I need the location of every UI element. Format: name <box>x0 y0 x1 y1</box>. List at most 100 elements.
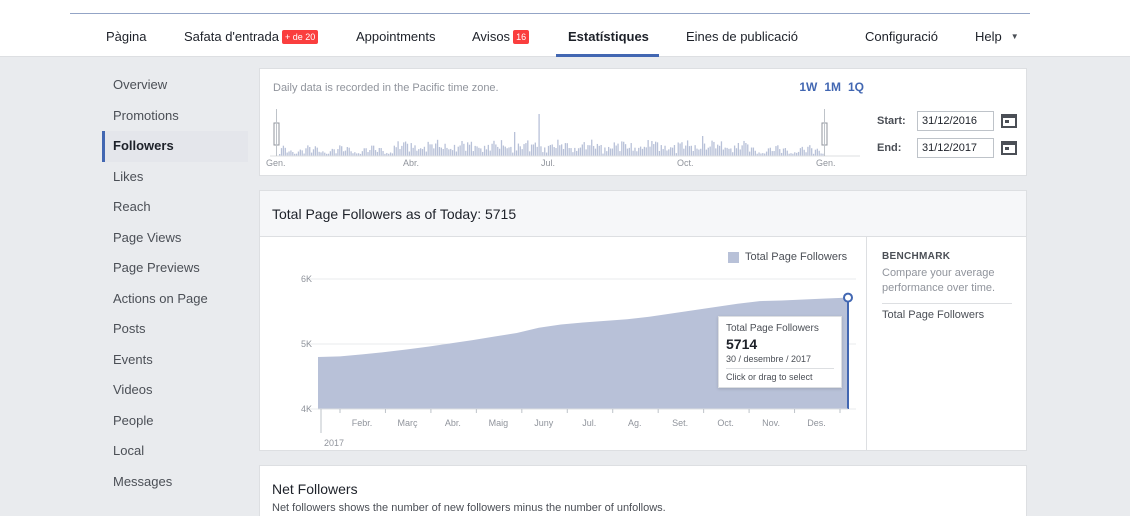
sidebar-item-events[interactable]: Events <box>102 345 248 376</box>
start-date-row: Start: 31/12/2016 <box>877 111 1017 131</box>
sidebar-item-people[interactable]: People <box>102 406 248 437</box>
timeline-bar <box>555 148 557 156</box>
timeline-bar <box>436 139 439 156</box>
sidebar-item-page-previews[interactable]: Page Previews <box>102 253 248 284</box>
timeline-bar <box>809 145 811 156</box>
timeline-bar <box>572 152 574 156</box>
timeline-bar <box>730 148 732 156</box>
nav-tab-notifications[interactable]: Avisos 16 <box>472 29 530 44</box>
timeline-bar <box>421 149 424 156</box>
timeline-bar <box>474 145 476 156</box>
timeline-bar <box>337 149 339 156</box>
timeline-bar <box>681 142 683 156</box>
timeline-bar <box>643 146 646 156</box>
timeline-bar <box>401 145 403 156</box>
timeline-bar <box>530 144 533 156</box>
timeline-bar <box>461 140 463 156</box>
timeline-bar <box>310 152 313 156</box>
calendar-icon[interactable] <box>1001 114 1017 128</box>
timeline-bar <box>341 146 343 156</box>
benchmark-metric[interactable]: Total Page Followers <box>882 309 984 321</box>
tooltip-date: 30 / desembre / 2017 <box>726 354 812 364</box>
timeline-bar <box>632 150 634 156</box>
timeline-bar <box>463 143 465 156</box>
nav-tab-appointments[interactable]: Appointments <box>356 29 436 44</box>
timeline-bar <box>512 152 514 156</box>
timeline-bar <box>314 146 317 156</box>
sidebar-item-page-views[interactable]: Page Views <box>102 223 248 254</box>
nav-tab-publishing-tools[interactable]: Eines de publicació <box>686 29 798 44</box>
timeline-bar <box>594 148 597 156</box>
timeline-bar <box>444 143 446 156</box>
x-tick-label: Oct. <box>717 418 734 428</box>
timeline-bar <box>728 148 730 156</box>
timeline-bar <box>628 147 630 156</box>
sidebar-item-likes[interactable]: Likes <box>102 162 248 193</box>
timeline-bar <box>333 149 335 156</box>
benchmark-divider-line <box>882 303 1012 304</box>
timeline-bar <box>433 148 435 156</box>
x-tick-label: Jul. <box>582 418 596 428</box>
timeline-bar <box>521 149 523 156</box>
sidebar-item-local[interactable]: Local <box>102 436 248 467</box>
total-followers-card: Total Page Followers as of Today: 5715 6… <box>259 190 1027 451</box>
timeline-bar <box>769 147 771 156</box>
nav-tab-settings[interactable]: Configuració <box>865 29 938 44</box>
sidebar-item-messages[interactable]: Messages <box>102 467 248 498</box>
range-1m-button[interactable]: 1M <box>824 80 841 94</box>
timeline-bar <box>495 144 497 156</box>
nav-tab-insights[interactable]: Estatístiques <box>568 29 649 44</box>
calendar-icon[interactable] <box>1001 141 1017 155</box>
timeline-month-label: Gen. <box>816 158 836 168</box>
range-1q-button[interactable]: 1Q <box>848 80 864 94</box>
end-date-input[interactable]: 31/12/2017 <box>917 138 994 158</box>
timeline-bar <box>581 144 583 156</box>
sidebar-item-followers[interactable]: Followers <box>102 131 248 162</box>
timeline-bar <box>690 145 693 156</box>
timeline-bar <box>299 149 301 156</box>
top-divider <box>70 13 1030 14</box>
timeline-bar <box>801 146 803 156</box>
timeline-bar <box>771 151 773 156</box>
sidebar-item-actions-on-page[interactable]: Actions on Page <box>102 284 248 315</box>
timeline-bar <box>480 148 482 156</box>
sidebar-item-overview[interactable]: Overview <box>102 70 248 101</box>
timeline-bar <box>722 149 724 156</box>
timeline-bar <box>459 145 461 156</box>
nav-tab-label: Pàgina <box>106 29 147 44</box>
sidebar-item-promotions[interactable]: Promotions <box>102 101 248 132</box>
chart-legend[interactable]: Total Page Followers <box>728 251 847 263</box>
timeline-bar <box>623 141 625 156</box>
nav-tab-help[interactable]: Help ▼ <box>975 29 1019 44</box>
timeline-bar <box>506 148 508 156</box>
notifications-badge: 16 <box>513 29 530 44</box>
timeline-bar <box>538 114 540 156</box>
overview-timeline[interactable]: Gen. Abr. Jul. Oct. Gen. <box>265 103 865 173</box>
timeline-bar <box>553 147 555 156</box>
timeline-bar <box>440 147 442 156</box>
timeline-bar <box>670 147 672 156</box>
timeline-bar <box>713 141 715 156</box>
timeline-bar <box>320 152 322 156</box>
nav-tab-page[interactable]: Pàgina <box>106 29 146 44</box>
chart-y-axis: 6K 5K 4K <box>301 274 312 414</box>
timeline-bar <box>653 144 655 156</box>
timeline-bar <box>591 139 593 156</box>
sidebar-item-posts[interactable]: Posts <box>102 314 248 345</box>
range-1w-button[interactable]: 1W <box>799 80 817 94</box>
tooltip-divider <box>726 368 834 369</box>
timeline-bar <box>696 148 698 156</box>
timeline-bar <box>529 151 531 156</box>
start-date-input[interactable]: 31/12/2016 <box>917 111 994 131</box>
card-title: Total Page Followers as of Today: 5715 <box>272 206 517 222</box>
date-range-card: Daily data is recorded in the Pacific ti… <box>259 68 1027 176</box>
timezone-note: Daily data is recorded in the Pacific ti… <box>273 82 499 94</box>
sidebar-item-reach[interactable]: Reach <box>102 192 248 223</box>
timeline-bar <box>478 147 480 156</box>
nav-tab-inbox[interactable]: Safata d'entrada + de 20 <box>184 29 319 44</box>
timeline-bar <box>346 147 348 156</box>
benchmark-description: Compare your average performance over ti… <box>882 267 996 294</box>
timeline-bar <box>525 143 527 156</box>
sidebar-item-videos[interactable]: Videos <box>102 375 248 406</box>
nav-tab-label: Safata d'entrada <box>184 29 279 44</box>
